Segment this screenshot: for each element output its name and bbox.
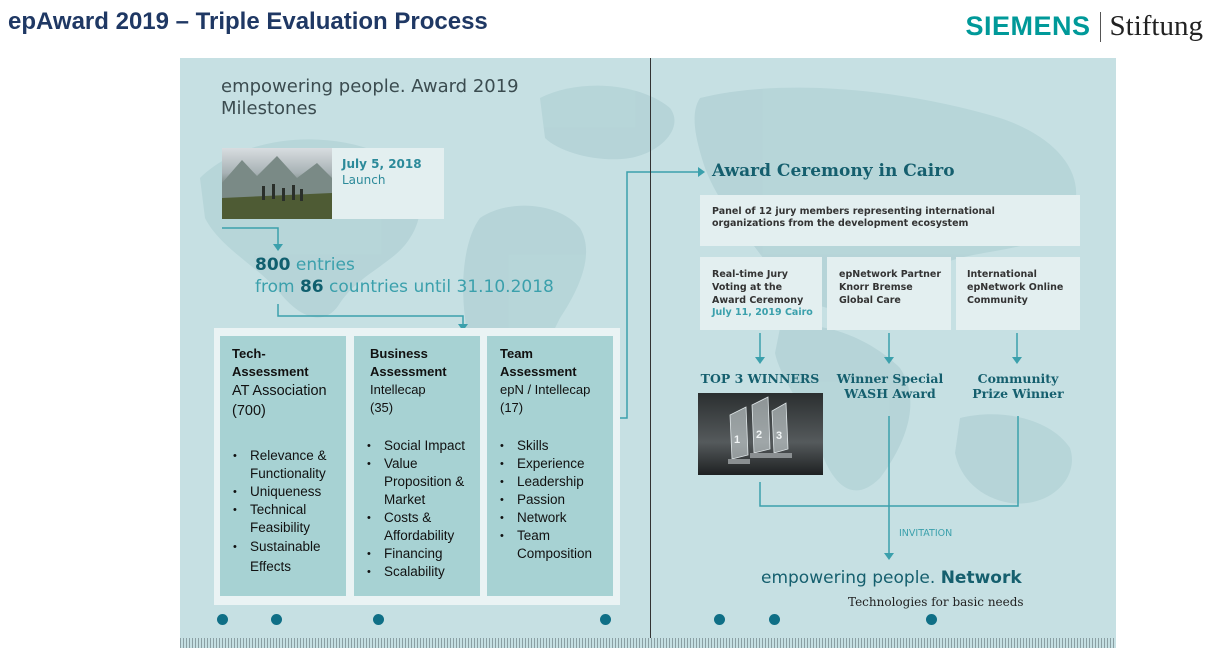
launch-date: July 5, 2018 — [342, 157, 422, 171]
entries-suffix: countries until 31.10.2018 — [323, 277, 554, 297]
timeline-dot — [769, 614, 780, 625]
community-prize-label: Community Prize Winner — [972, 371, 1064, 401]
community-text: International epNetwork Online Community — [967, 269, 1064, 306]
entries-count-suffix: entries — [290, 255, 355, 275]
team-criteria-list: Skills Experience Leadership Passion Net… — [500, 437, 610, 563]
poster-fold-line — [650, 58, 651, 648]
business-assessment-heading: Business Assessment Intellecap (35) — [370, 345, 447, 417]
brand-separator — [1099, 11, 1101, 42]
jury-panel-text: Panel of 12 jury members representing in… — [712, 206, 995, 229]
list-item: Experience — [500, 455, 610, 473]
brand-stiftung: Stiftung — [1109, 10, 1203, 42]
tech-criteria-list: Relevance & Functionality Uniqueness Tec… — [233, 447, 341, 577]
timeline-dot — [600, 614, 611, 625]
jury-voting-text: Real-time Jury Voting at the Award Cerem… — [712, 269, 816, 320]
poster-title: empowering people. Award 2019 Milestones — [221, 76, 519, 120]
list-item: Relevance & Functionality — [233, 447, 341, 483]
network-bold: Network — [940, 568, 1022, 588]
list-item: Leadership — [500, 473, 610, 491]
timeline-ruler — [180, 638, 1116, 648]
col-0-head-bold: Tech- Assessment — [232, 346, 309, 379]
list-item: Value Proposition & Market — [367, 455, 477, 509]
list-item: Costs & Affordability — [367, 509, 477, 545]
network-plain: empowering people. — [761, 568, 936, 588]
network-title: empowering people. Network — [761, 568, 1022, 588]
timeline-dot — [926, 614, 937, 625]
wash-award-label: Winner Special WASH Award — [836, 371, 944, 401]
list-item: Sustainable Effects — [233, 537, 341, 577]
mountain-photo-icon — [222, 156, 332, 219]
timeline-dot — [217, 614, 228, 625]
entries-summary: 800 entries from 86 countries until 31.1… — [255, 254, 554, 298]
timeline-dot — [271, 614, 282, 625]
ceremony-title: Award Ceremony in Cairo — [712, 161, 955, 181]
team-assessment-heading: Team Assessment epN / Intellecap (17) — [500, 345, 590, 417]
col-2-head-bold: Team Assessment — [500, 346, 577, 379]
list-item: Team Composition — [500, 527, 610, 563]
launch-label: Launch — [342, 173, 386, 187]
col-2-head-org: epN / Intellecap (17) — [500, 382, 591, 415]
poster-title-line2: Milestones — [221, 98, 317, 119]
list-item: Technical Feasibility — [233, 501, 341, 537]
jury-voting-date: July 11, 2019 Cairo — [712, 307, 813, 319]
list-item: Passion — [500, 491, 610, 509]
top3-winners-label: TOP 3 WINNERS — [700, 371, 820, 386]
timeline-dot — [373, 614, 384, 625]
col-0-head-org: AT Association (700) — [232, 383, 327, 419]
brand-siemens: SIEMENS — [965, 11, 1091, 41]
trophy-icon: 1 2 3 — [728, 396, 792, 464]
svg-text:1: 1 — [734, 434, 740, 446]
col-1-head-org: Intellecap (35) — [370, 382, 426, 415]
trophy-photo: 1 2 3 — [698, 393, 823, 475]
timeline-dot — [714, 614, 725, 625]
entries-prefix: from — [255, 277, 300, 297]
list-item: Skills — [500, 437, 610, 455]
business-criteria-list: Social Impact Value Proposition & Market… — [367, 437, 477, 581]
network-tagline: Technologies for basic needs — [848, 595, 1024, 609]
list-item: Uniqueness — [233, 483, 341, 501]
entries-countries: 86 — [299, 277, 324, 297]
partner-text: epNetwork Partner Knorr Bremse Global Ca… — [839, 269, 942, 306]
list-item: Financing — [367, 545, 477, 563]
list-item: Network — [500, 509, 610, 527]
invitation-label: INVITATION — [899, 528, 953, 539]
launch-photo — [222, 148, 332, 219]
svg-text:2: 2 — [756, 429, 762, 441]
svg-text:3: 3 — [776, 430, 782, 442]
siemens-stiftung-logo: SIEMENS Stiftung — [966, 10, 1204, 43]
col-1-head-bold: Business Assessment — [370, 346, 447, 379]
poster-title-line1: empowering people. Award 2019 — [221, 76, 519, 97]
list-item: Scalability — [367, 563, 477, 581]
jury-voting-label: Real-time Jury Voting at the Award Cerem… — [712, 269, 804, 306]
entries-count: 800 — [255, 255, 291, 275]
tech-assessment-heading: Tech- Assessment AT Association (700) — [232, 345, 327, 421]
slide-title: epAward 2019 – Triple Evaluation Process — [8, 8, 488, 35]
milestones-poster: empowering people. Award 2019 Milestones… — [180, 58, 1116, 648]
list-item: Social Impact — [367, 437, 477, 455]
